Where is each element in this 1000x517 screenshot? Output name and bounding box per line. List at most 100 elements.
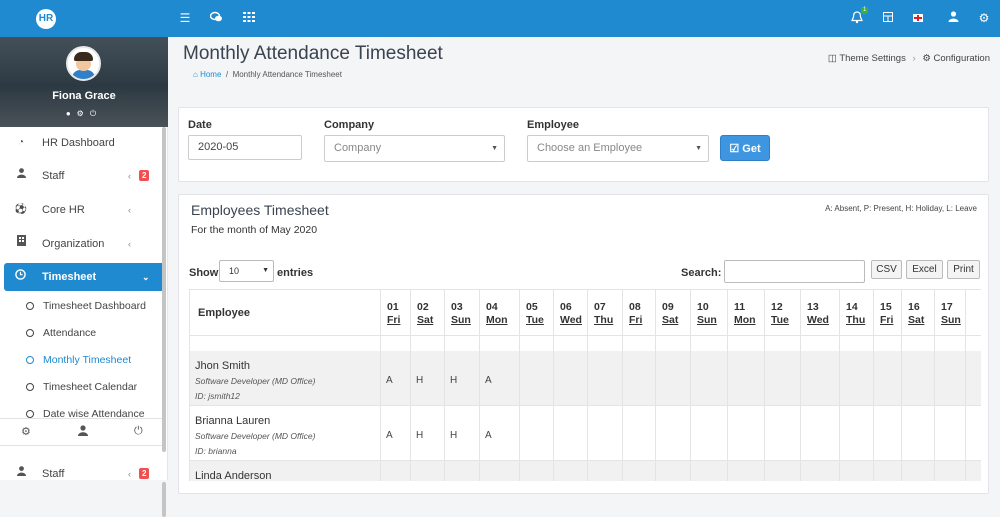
sidebar: Fiona Grace ●⚙⏻ ◔ HR Dashboard Staff ‹ 2… (0, 37, 168, 517)
user-icon (14, 161, 28, 191)
column-divider (965, 289, 966, 481)
day-weekday: Wed (560, 314, 582, 326)
sidebar-scrollbar-lower[interactable] (162, 482, 166, 517)
apps-icon[interactable] (881, 11, 895, 25)
theme-settings-link[interactable]: ◫ Theme Settings (828, 53, 906, 64)
sidebar-subitem-attendance[interactable]: Attendance (0, 320, 165, 346)
day-number: 09 (662, 301, 674, 313)
sidebar-item-hr-dashboard[interactable]: ◔ HR Dashboard (0, 128, 165, 158)
employee-column-header[interactable]: Employee (198, 307, 250, 319)
circle-icon (26, 356, 34, 364)
day-number: 05 (526, 301, 538, 313)
menu-icon[interactable]: ☰ (178, 11, 192, 25)
caret-down-icon: ▼ (695, 145, 702, 152)
day-column-header[interactable]: 14 Thu (846, 301, 865, 327)
gear-icon[interactable]: ⚙ (977, 11, 991, 25)
sidebar-subitem-label: Timesheet Calendar (43, 381, 138, 393)
day-weekday: Tue (526, 314, 544, 326)
app-logo[interactable]: HR (36, 9, 56, 29)
day-column-header[interactable]: 08 Fri (629, 301, 642, 327)
sidebar-subitem-label: Monthly Timesheet (43, 354, 132, 366)
day-weekday: Mon (734, 314, 756, 326)
attendance-mark: A (386, 375, 393, 386)
day-number: 12 (771, 301, 783, 313)
power-icon[interactable]: ⏻ (134, 425, 143, 438)
day-column-header[interactable]: 05 Tue (526, 301, 544, 327)
sidebar-subitem-label: Attendance (43, 327, 97, 339)
header-actions: ◫ Theme Settings › ⚙ Configuration (828, 53, 990, 64)
csv-button[interactable]: CSV (871, 260, 902, 279)
staff-count-badge: 2 (139, 468, 150, 479)
main-content: Monthly Attendance Timesheet ⌂ Home / Mo… (168, 37, 1000, 494)
sidebar-item-label: Staff (42, 170, 65, 182)
date-input[interactable]: 2020-05 (188, 135, 302, 160)
profile-power-icon[interactable]: ⏻ (90, 109, 102, 118)
day-weekday: Thu (594, 314, 614, 326)
day-number: 07 (594, 301, 606, 313)
column-divider (934, 289, 935, 481)
grid-icon[interactable] (242, 11, 256, 25)
flag-icon[interactable] (913, 14, 923, 22)
user-icon[interactable] (946, 11, 960, 25)
employee-select[interactable]: Choose an Employee ▼ (527, 135, 709, 162)
day-column-header[interactable]: 15 Fri (880, 301, 893, 327)
search-input[interactable] (724, 260, 865, 283)
settings-icon[interactable]: ⚙ (21, 425, 31, 438)
day-number: 15 (880, 301, 892, 313)
attendance-mark: H (416, 430, 424, 441)
get-button[interactable]: ☑ Get (720, 135, 770, 161)
sidebar-footer: ⚙ ⏻ (0, 418, 165, 446)
day-weekday: Thu (846, 314, 866, 326)
day-column-header[interactable]: 13 Wed (807, 301, 829, 327)
sidebar-scrollbar[interactable] (162, 127, 166, 452)
avatar[interactable] (66, 46, 101, 81)
print-button[interactable]: Print (947, 260, 980, 279)
breadcrumb-home[interactable]: ⌂ Home (193, 70, 221, 79)
sidebar-item-staff[interactable]: Staff ‹ 2 (0, 161, 165, 191)
sidebar-subitem-timesheet-dashboard[interactable]: Timesheet Dashboard (0, 293, 165, 319)
day-column-header[interactable]: 16 Sat (908, 301, 924, 327)
column-divider (380, 289, 381, 481)
day-column-header[interactable]: 17 Sun (941, 301, 961, 327)
sidebar-item-staff-bottom[interactable]: Staff ‹ 2 (0, 459, 165, 489)
sidebar-item-core-hr[interactable]: ⚽ Core HR ‹ (0, 195, 165, 225)
building-icon (14, 229, 28, 259)
day-number: 04 (486, 301, 498, 313)
timesheet-table: Employee 01 Fri 02 Sat 03 Sun 04 Mon 05 Tue 06 Wed 0… (189, 289, 981, 481)
day-weekday: Sun (451, 314, 471, 326)
sidebar-subitem-timesheet-calendar[interactable]: Timesheet Calendar (0, 374, 165, 400)
day-column-header[interactable]: 02 Sat (417, 301, 433, 327)
day-column-header[interactable]: 04 Mon (486, 301, 508, 327)
day-column-header[interactable]: 06 Wed (560, 301, 582, 327)
company-select[interactable]: Company ▼ (324, 135, 505, 162)
day-column-header[interactable]: 12 Tue (771, 301, 789, 327)
excel-button[interactable]: Excel (906, 260, 943, 279)
employee-role: Software Developer (MD Office) (195, 376, 316, 386)
sidebar-item-organization[interactable]: Organization ‹ (0, 229, 165, 259)
staff-count-badge: 2 (139, 170, 150, 181)
employee-name: Brianna Lauren (195, 415, 271, 427)
column-divider (727, 289, 728, 481)
attendance-mark: A (485, 430, 492, 441)
day-column-header[interactable]: 09 Sat (662, 301, 678, 327)
profile-user-icon[interactable]: ● (66, 109, 77, 118)
profile-settings-icon[interactable]: ⚙ (77, 109, 90, 118)
column-divider (410, 289, 411, 481)
day-column-header[interactable]: 01 Fri (387, 301, 400, 327)
configuration-link[interactable]: ⚙ Configuration (922, 53, 990, 64)
day-column-header[interactable]: 07 Thu (594, 301, 613, 327)
column-divider (901, 289, 902, 481)
sidebar-item-timesheet[interactable]: Timesheet ⌄ (4, 263, 165, 291)
entries-label: entries (277, 267, 314, 279)
day-column-header[interactable]: 11 Mon (734, 301, 756, 327)
user-icon[interactable] (78, 425, 88, 439)
day-column-header[interactable]: 03 Sun (451, 301, 471, 327)
attendance-mark: A (386, 430, 393, 441)
day-column-header[interactable]: 10 Sun (697, 301, 717, 327)
day-weekday: Mon (486, 314, 508, 326)
chat-icon[interactable] (209, 11, 223, 25)
sidebar-subitem-monthly-timesheet[interactable]: Monthly Timesheet (0, 347, 165, 373)
column-divider (587, 289, 588, 481)
page-length-select[interactable]: 10 ▼ (219, 260, 274, 282)
page-length-value: 10 (229, 266, 240, 276)
